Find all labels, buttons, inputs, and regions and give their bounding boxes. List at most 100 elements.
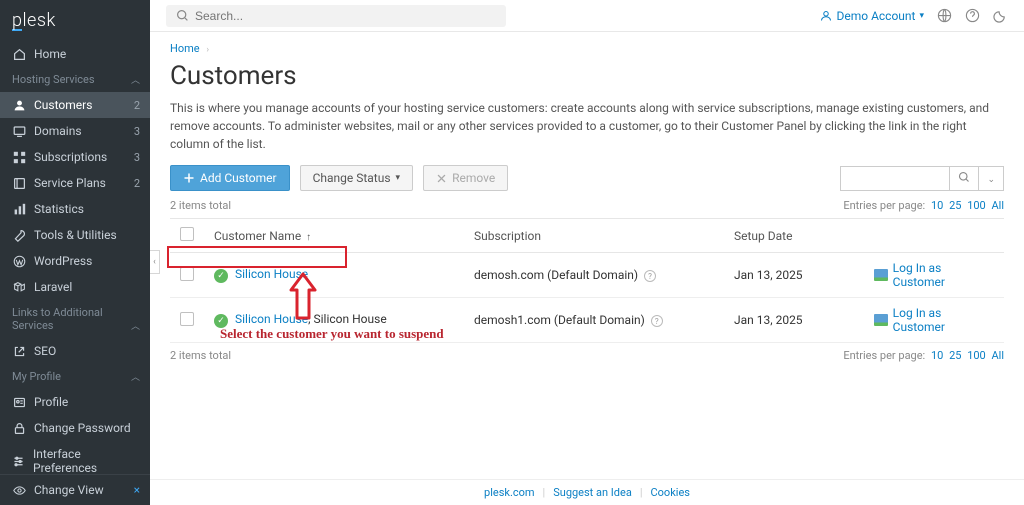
content: Home › Customers This is where you manag… (150, 32, 1024, 505)
nav-change-view[interactable]: Change View × (0, 474, 150, 505)
sidebar-collapse-toggle[interactable]: ‹ (150, 250, 160, 274)
entries-100[interactable]: 100 (967, 199, 986, 212)
entries-all[interactable]: All (991, 199, 1004, 212)
nav-service-plans[interactable]: Service Plans 2 (0, 170, 150, 196)
logo: plesk (0, 0, 150, 41)
nav-seo-label: SEO (34, 344, 56, 358)
nav-tools-label: Tools & Utilities (34, 228, 117, 242)
main: Demo Account ▾ Home › Customers This is … (150, 0, 1024, 505)
entries-all[interactable]: All (991, 349, 1004, 362)
footer-cookies-link[interactable]: Cookies (651, 486, 690, 499)
chevron-up-icon: ︿ (131, 370, 140, 383)
nav-section-profile[interactable]: My Profile ︿ (0, 364, 150, 389)
nav-subscriptions[interactable]: Subscriptions 3 (0, 144, 150, 170)
footer-plesk-link[interactable]: plesk.com (484, 486, 535, 499)
nav-interface-prefs-label: Interface Preferences (33, 447, 138, 475)
nav-statistics[interactable]: Statistics (0, 196, 150, 222)
plus-icon (183, 172, 195, 184)
action-bar: Add Customer Change Status ▾ Remove ⌄ (170, 165, 1004, 191)
wrench-icon (12, 228, 26, 242)
nav-section-hosting[interactable]: Hosting Services ︿ (0, 67, 150, 92)
nav-customers-label: Customers (34, 98, 92, 112)
user-icon (12, 98, 26, 112)
login-as-customer-link[interactable]: Log In as Customer (874, 261, 994, 289)
entries-10[interactable]: 10 (931, 349, 943, 362)
monitor-icon (874, 314, 888, 326)
nav-subscriptions-label: Subscriptions (34, 150, 107, 164)
nav-domains[interactable]: Domains 3 (0, 118, 150, 144)
help-icon[interactable] (964, 8, 980, 23)
nav-change-password[interactable]: Change Password (0, 415, 150, 441)
nav-laravel-label: Laravel (34, 280, 72, 294)
login-as-customer-link[interactable]: Log In as Customer (874, 306, 994, 334)
theme-toggle-icon[interactable] (992, 8, 1008, 23)
nav-service-plans-label: Service Plans (34, 176, 106, 190)
nav-section-links[interactable]: Links to Additional Services ︿ (0, 300, 150, 338)
customer-name-link[interactable]: Silicon House (235, 312, 308, 326)
external-link-icon (12, 344, 26, 358)
entries-per-page-bottom: Entries per page: 10 25 100 All (843, 349, 1004, 362)
breadcrumb-home[interactable]: Home (170, 42, 200, 55)
col-subscription[interactable]: Subscription (464, 219, 724, 253)
add-customer-button[interactable]: Add Customer (170, 165, 290, 191)
customer-name-link[interactable]: Silicon House (235, 267, 308, 281)
setup-date: Jan 13, 2025 (724, 298, 864, 343)
entries-25[interactable]: 25 (949, 349, 961, 362)
chevron-up-icon: ︿ (131, 73, 140, 86)
remove-button[interactable]: Remove (423, 165, 508, 191)
account-menu[interactable]: Demo Account ▾ (820, 9, 924, 23)
customer-extra: , Silicon House (308, 312, 387, 326)
screen-icon (12, 124, 26, 138)
close-icon[interactable]: × (134, 483, 140, 497)
nav-seo[interactable]: SEO (0, 338, 150, 364)
nav-customers-badge: 2 (134, 99, 140, 112)
nav-statistics-label: Statistics (34, 202, 84, 216)
col-setup-date[interactable]: Setup Date (724, 219, 864, 253)
annotation-text: Select the customer you want to suspend (220, 326, 444, 342)
global-search-input[interactable] (195, 9, 496, 23)
status-active-icon: ✓ (214, 269, 228, 283)
change-status-button[interactable]: Change Status ▾ (300, 165, 414, 191)
footer-suggest-link[interactable]: Suggest an Idea (553, 486, 632, 499)
eye-icon (12, 483, 26, 497)
table-search-button[interactable] (950, 166, 979, 191)
sort-asc-icon: ↑ (306, 232, 311, 243)
footer: plesk.com | Suggest an Idea | Cookies (150, 479, 1024, 505)
chevron-down-icon: ⌄ (987, 175, 995, 185)
globe-icon[interactable] (936, 8, 952, 23)
chevron-down-icon: ▾ (396, 173, 401, 183)
nav-domains-badge: 3 (134, 125, 140, 138)
wordpress-icon (12, 254, 26, 268)
table-search: ⌄ (840, 166, 1004, 191)
col-customer-name[interactable]: Customer Name ↑ (204, 219, 464, 253)
lock-icon (12, 421, 26, 435)
row-checkbox[interactable] (180, 312, 194, 326)
nav-laravel[interactable]: Laravel (0, 274, 150, 300)
search-icon (958, 171, 970, 183)
global-search[interactable] (166, 5, 506, 27)
entries-100[interactable]: 100 (967, 349, 986, 362)
page-title: Customers (170, 61, 1004, 91)
nav-home[interactable]: Home (0, 41, 150, 67)
items-total-top: 2 items total (170, 199, 231, 212)
nav-tools[interactable]: Tools & Utilities (0, 222, 150, 248)
book-icon (12, 176, 26, 190)
items-total-bottom: 2 items total (170, 349, 231, 362)
nav-profile[interactable]: Profile (0, 389, 150, 415)
row-checkbox[interactable] (180, 267, 194, 281)
entries-10[interactable]: 10 (931, 199, 943, 212)
subscription-text: demosh.com (Default Domain) (474, 268, 638, 282)
select-all-checkbox[interactable] (180, 227, 194, 241)
nav-home-label: Home (34, 47, 66, 61)
monitor-icon (874, 269, 888, 281)
nav-wordpress[interactable]: WordPress (0, 248, 150, 274)
nav-customers[interactable]: Customers 2 (0, 92, 150, 118)
help-hint-icon[interactable]: ? (644, 270, 656, 282)
help-hint-icon[interactable]: ? (651, 315, 663, 327)
entries-25[interactable]: 25 (949, 199, 961, 212)
nav-wordpress-label: WordPress (34, 254, 92, 268)
chevron-down-icon: ▾ (919, 11, 924, 21)
table-filter-toggle[interactable]: ⌄ (979, 166, 1004, 191)
topbar: Demo Account ▾ (150, 0, 1024, 32)
table-search-input[interactable] (840, 166, 950, 191)
